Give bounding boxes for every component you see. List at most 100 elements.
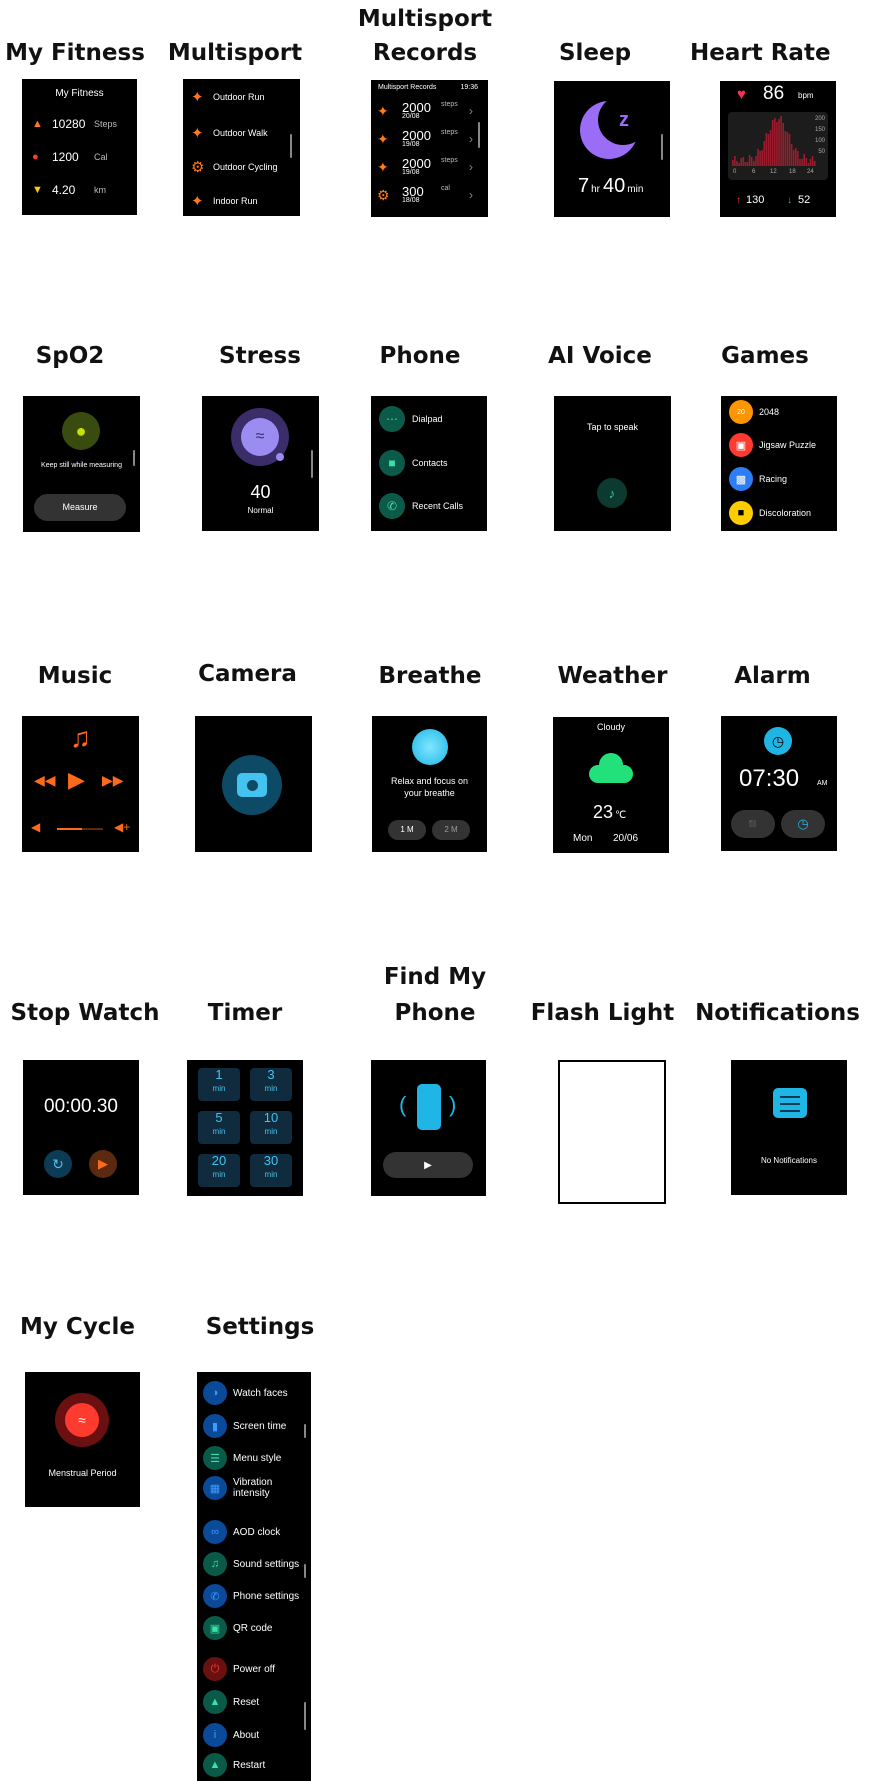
screen-time-icon: ▮ [203, 1414, 227, 1438]
camera-screen[interactable] [195, 716, 312, 852]
timer-preset-tile[interactable]: 20 min [198, 1154, 240, 1187]
game-item-jigsaw-puzzle[interactable]: ▣ Jigsaw Puzzle [729, 433, 816, 457]
heart-rate-chart: 200 150 100 50 0 6 12 18 24 [728, 112, 828, 180]
label-alarm: Alarm [734, 663, 811, 689]
spo2-screen[interactable]: ● Keep still while measuring Measure [23, 396, 140, 532]
settings-item-menu-style[interactable]: ☰ Menu style [203, 1446, 281, 1470]
game-item-2048[interactable]: 20 2048 [729, 400, 779, 424]
find-phone-play-button[interactable]: ▶ [383, 1152, 473, 1178]
breathe-option-2m[interactable]: 2 M [432, 820, 470, 840]
scrollbar[interactable] [290, 134, 292, 158]
scrollbar[interactable] [304, 1564, 306, 1578]
sleep-hours-unit: hr [591, 184, 601, 195]
scrollbar[interactable] [311, 450, 313, 478]
game-item-racing[interactable]: ▩ Racing [729, 467, 787, 491]
game-item-discoloration[interactable]: ■ Discoloration [729, 501, 811, 525]
next-button[interactable]: ▶▶ [102, 772, 124, 789]
record-row[interactable]: ⚙ 300 18/08 cal › [377, 184, 482, 210]
multisport-item-outdoor-run[interactable]: ✦ Outdoor Run [191, 88, 265, 106]
multisport-screen[interactable]: ✦ Outdoor Run ✦ Outdoor Walk ⚙ Outdoor Cycl… [183, 79, 300, 216]
volume-up-icon[interactable]: ◀+ [114, 820, 130, 834]
heart-rate-bar [807, 163, 810, 166]
timer-preset-tile[interactable]: 5 min [198, 1111, 240, 1144]
my-fitness-screen[interactable]: My Fitness ▲ 10280 Steps ● 1200 Cal ▼ 4.… [22, 79, 137, 215]
heart-rate-bar [759, 151, 761, 166]
heart-icon: ♥ [737, 86, 746, 103]
record-row[interactable]: ✦ 2000 20/08 steps › [377, 100, 482, 126]
multisport-records-screen[interactable]: Multisport Records 19:36 ✦ 2000 20/08 st… [371, 80, 488, 217]
heart-rate-screen[interactable]: ♥ 86 bpm 200 150 100 50 0 6 12 18 24 ↑ 1… [720, 81, 836, 217]
microphone-button[interactable]: ♪ [597, 478, 627, 508]
record-row[interactable]: ✦ 2000 19/08 steps › [377, 128, 482, 154]
phone-item-contacts[interactable]: ■ Contacts [379, 450, 448, 476]
record-row[interactable]: ✦ 2000 19/08 steps › [377, 156, 482, 182]
settings-item-vibration-intensity[interactable]: ▦ Vibration intensity [203, 1476, 272, 1500]
multisport-item-outdoor-cycling[interactable]: ⚙ Outdoor Cycling [191, 158, 278, 176]
settings-item-sound-settings[interactable]: ♫ Sound settings [203, 1552, 299, 1576]
timer-preset-tile[interactable]: 30 min [250, 1154, 292, 1187]
menu-style-icon: ☰ [203, 1446, 227, 1470]
volume-slider[interactable] [57, 828, 103, 830]
scrollbar[interactable] [304, 1424, 306, 1438]
heart-rate-bar [734, 156, 736, 166]
sleep-screen[interactable]: z 7 hr 40 min [554, 81, 670, 217]
games-screen[interactable]: 20 2048 ▣ Jigsaw Puzzle ▩ Racing ■ Discolora… [721, 396, 837, 531]
cycling-icon: ⚙ [377, 187, 390, 203]
settings-item-power-off[interactable]: ⏻ Power off [203, 1657, 275, 1681]
timer-preset-tile[interactable]: 3 min [250, 1068, 292, 1101]
volume-down-icon[interactable]: ◀ [31, 820, 40, 834]
settings-item-about[interactable]: i About [203, 1723, 259, 1747]
timer-preset-tile[interactable]: 10 min [250, 1111, 292, 1144]
stopwatch-reset-button[interactable]: ↻ [44, 1150, 72, 1178]
settings-item-phone-settings[interactable]: ✆ Phone settings [203, 1584, 299, 1608]
alarm-dismiss-button[interactable]: ◾ [731, 810, 775, 838]
heart-rate-bar [761, 150, 763, 166]
multisport-item-indoor-run[interactable]: ✦ Indoor Run [191, 192, 258, 210]
timer-screen[interactable]: 1 min 3 min 5 min 10 min 20 min 30 min [187, 1060, 303, 1196]
scrollbar[interactable] [304, 1702, 306, 1730]
settings-item-aod-clock[interactable]: ∞ AOD clock [203, 1520, 280, 1544]
find-my-phone-screen[interactable]: ( ) ▶ [371, 1060, 486, 1196]
settings-item-qr-code[interactable]: ▣ QR code [203, 1616, 272, 1640]
ai-voice-screen[interactable]: Tap to speak ♪ [554, 396, 671, 531]
label-notifications: Notifications [695, 1000, 860, 1026]
timer-preset-tile[interactable]: 1 min [198, 1068, 240, 1101]
weather-screen[interactable]: Cloudy 23 ℃ Mon 20/06 [553, 717, 669, 853]
alarm-screen[interactable]: ◷ 07:30 AM ◾ ◷ [721, 716, 837, 851]
stopwatch-screen[interactable]: 00:00.30 ↻ ▶ [23, 1060, 139, 1195]
my-cycle-screen[interactable]: ≈ Menstrual Period [25, 1372, 140, 1507]
stress-screen[interactable]: ≈ 40 Normal [202, 396, 319, 531]
scrollbar[interactable] [133, 450, 135, 466]
phone-screen[interactable]: ⋯ Dialpad ■ Contacts ✆ Recent Calls [371, 396, 487, 531]
previous-button[interactable]: ◀◀ [34, 772, 56, 789]
heart-rate-bar [769, 130, 772, 166]
weather-unit: ℃ [615, 810, 627, 821]
label-camera: Camera [198, 661, 297, 687]
heart-rate-bar [738, 163, 740, 166]
phone-item-dialpad[interactable]: ⋯ Dialpad [379, 406, 443, 432]
alarm-snooze-button[interactable]: ◷ [781, 810, 825, 838]
heart-rate-bar [771, 120, 774, 166]
scrollbar[interactable] [478, 122, 480, 148]
measure-button[interactable]: Measure [34, 494, 126, 521]
camera-shutter-button[interactable] [222, 755, 282, 815]
settings-screen[interactable]: ◑ Watch faces ▮ Screen time ☰ Menu style ▦ … [197, 1372, 311, 1781]
music-screen[interactable]: ♫ ◀◀ ▶ ▶▶ ◀ ◀+ [22, 716, 139, 852]
phone-item-recent-calls[interactable]: ✆ Recent Calls [379, 493, 463, 519]
settings-item-reset[interactable]: ▲ Reset [203, 1690, 259, 1714]
heart-rate-bar [774, 118, 776, 166]
breathe-screen[interactable]: Relax and focus on your breathe 1 M 2 M [372, 716, 487, 852]
settings-item-watch-faces[interactable]: ◑ Watch faces [203, 1381, 288, 1405]
breathe-option-1m[interactable]: 1 M [388, 820, 426, 840]
heart-rate-bar [780, 116, 782, 166]
label-music: Music [37, 663, 113, 689]
settings-item-screen-time[interactable]: ▮ Screen time [203, 1414, 286, 1438]
cycling-icon: ⚙ [191, 159, 205, 176]
multisport-item-outdoor-walk[interactable]: ✦ Outdoor Walk [191, 124, 268, 142]
settings-item-restart[interactable]: ▲ Restart [203, 1753, 265, 1777]
stopwatch-start-button[interactable]: ▶ [89, 1150, 117, 1178]
scrollbar[interactable] [661, 134, 663, 160]
flashlight-screen[interactable] [558, 1060, 666, 1204]
notifications-screen[interactable]: No Notifications [731, 1060, 847, 1195]
play-button[interactable]: ▶ [68, 767, 85, 793]
